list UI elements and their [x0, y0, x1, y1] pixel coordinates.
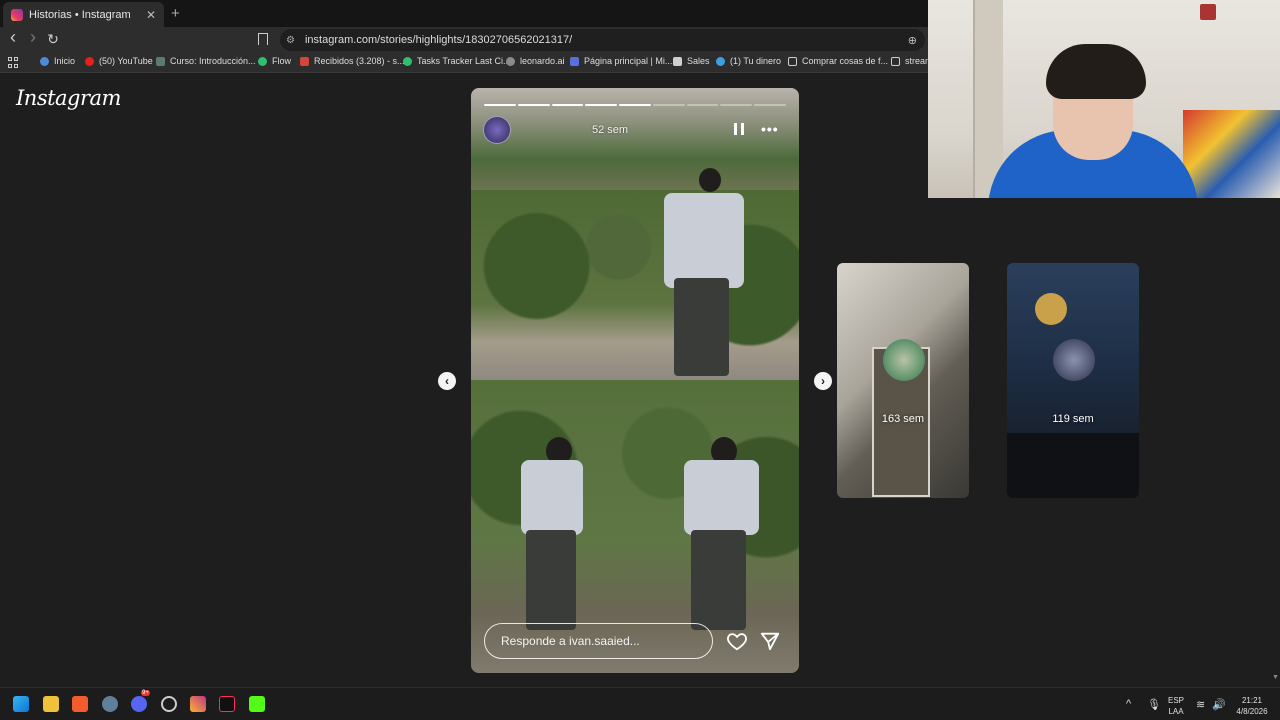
progress-segment [517, 104, 550, 106]
progress-segment [484, 104, 516, 106]
brave-browser-icon[interactable] [72, 696, 88, 712]
progress-segment [585, 104, 618, 106]
bookmark-item[interactable]: leonardo.ai [506, 56, 565, 66]
instagram-favicon-icon [11, 8, 23, 21]
money-icon [716, 56, 725, 66]
bookmark-star-icon[interactable] [258, 33, 268, 45]
settings-icon[interactable] [102, 696, 118, 712]
obs-icon[interactable] [161, 696, 177, 712]
language-indicator[interactable]: ESP LAA [1168, 695, 1184, 717]
story-viewer[interactable]: 52 sem ••• Responde a ivan.saaied... [471, 88, 799, 673]
previous-story-button[interactable]: ‹ [438, 372, 456, 390]
bookmark-item[interactable]: (1) Tu dinero [716, 56, 781, 66]
tab-title: Historias • Instagram [29, 8, 131, 21]
volume-icon[interactable]: 🔊 [1212, 698, 1226, 711]
bookmark-item[interactable]: Inicio [40, 56, 75, 66]
story-author-avatar [1053, 339, 1095, 381]
back-button[interactable]: ‹ [4, 27, 22, 48]
progress-segment [754, 104, 787, 106]
bookmark-item[interactable]: Flow [258, 56, 291, 66]
bookmark-folder[interactable]: Comprar cosas de f... [788, 56, 888, 66]
forward-button[interactable]: › [24, 27, 42, 48]
zoom-icon[interactable]: ⊕ [908, 34, 917, 47]
url-text: instagram.com/stories/highlights/1830270… [304, 34, 573, 46]
scroll-down-icon[interactable]: ▼ [1272, 674, 1279, 681]
folder-icon [891, 56, 900, 66]
story-timestamp: 52 sem [592, 124, 629, 136]
wifi-icon[interactable]: ≋ [1196, 698, 1205, 711]
close-tab-icon[interactable]: ✕ [146, 8, 156, 22]
discord-icon[interactable]: 9+ [131, 690, 150, 712]
tasks-icon [403, 56, 412, 66]
next-story-card[interactable]: 163 sem [837, 263, 969, 498]
microsoft-icon [570, 56, 579, 66]
webcam-overlay [928, 0, 1280, 198]
windows-taskbar: 9+ ^ 🎙 ESP LAA ≋ 🔊 21:21 4/8/2026 [0, 687, 1280, 720]
reload-button[interactable]: ↻ [44, 31, 62, 48]
next-story-card[interactable]: 119 sem [1007, 263, 1139, 498]
bookmark-favicon-icon [40, 56, 49, 66]
sales-icon [673, 56, 682, 66]
kick-icon[interactable] [249, 696, 265, 712]
flow-icon [258, 56, 267, 66]
bookmark-item[interactable]: Tasks Tracker Last Ci... [403, 56, 511, 66]
gmail-icon [300, 56, 309, 66]
bookmark-folder[interactable]: stream [891, 56, 933, 66]
story-progress-bar [484, 104, 787, 106]
bookmark-item[interactable]: Sales [673, 56, 710, 66]
reply-input[interactable]: Responde a ivan.saaied... [484, 623, 713, 659]
folder-icon [788, 56, 797, 66]
bookmark-item[interactable]: Recibidos (3.208) - s... [300, 56, 405, 66]
youtube-icon [85, 56, 94, 66]
new-tab-button[interactable]: + [171, 5, 180, 22]
story-author-avatar[interactable] [483, 116, 511, 144]
progress-segment [551, 104, 584, 106]
progress-segment [619, 104, 651, 106]
bookmark-item[interactable]: (50) YouTube [85, 56, 153, 66]
heart-icon[interactable] [726, 630, 748, 652]
instagram-logo[interactable]: Instagram [16, 86, 121, 110]
microphone-icon[interactable]: 🎙 [1147, 698, 1161, 711]
pause-icon[interactable] [734, 123, 744, 135]
next-story-timestamp: 163 sem [881, 413, 925, 425]
clock[interactable]: 21:21 4/8/2026 [1232, 695, 1272, 717]
story-photo-middle [471, 168, 799, 380]
windows-start-icon[interactable] [13, 696, 29, 712]
progress-segment [720, 104, 753, 106]
more-options-icon[interactable]: ••• [761, 121, 779, 137]
course-icon [156, 56, 165, 66]
tiktok-icon[interactable] [219, 696, 235, 712]
file-explorer-icon[interactable] [43, 696, 59, 712]
next-story-timestamp: 119 sem [1052, 413, 1094, 425]
tab-instagram[interactable]: Historias • Instagram ✕ [3, 2, 164, 27]
show-hidden-icons-icon[interactable]: ^ [1126, 698, 1131, 710]
address-bar[interactable]: ⚙ instagram.com/stories/highlights/18302… [280, 29, 925, 51]
progress-segment [686, 104, 719, 106]
leonardo-icon [506, 56, 515, 66]
story-author-avatar [883, 339, 925, 381]
progress-segment [652, 104, 685, 106]
apps-grid-icon[interactable] [8, 57, 19, 68]
instagram-app-icon[interactable] [190, 696, 206, 712]
bookmark-item[interactable]: Curso: Introducción... [156, 56, 256, 66]
send-icon[interactable] [759, 630, 781, 652]
next-story-button[interactable]: › [814, 372, 832, 390]
bookmark-item[interactable]: Página principal | Mi... [570, 56, 672, 66]
site-info-icon[interactable]: ⚙ [286, 35, 295, 46]
